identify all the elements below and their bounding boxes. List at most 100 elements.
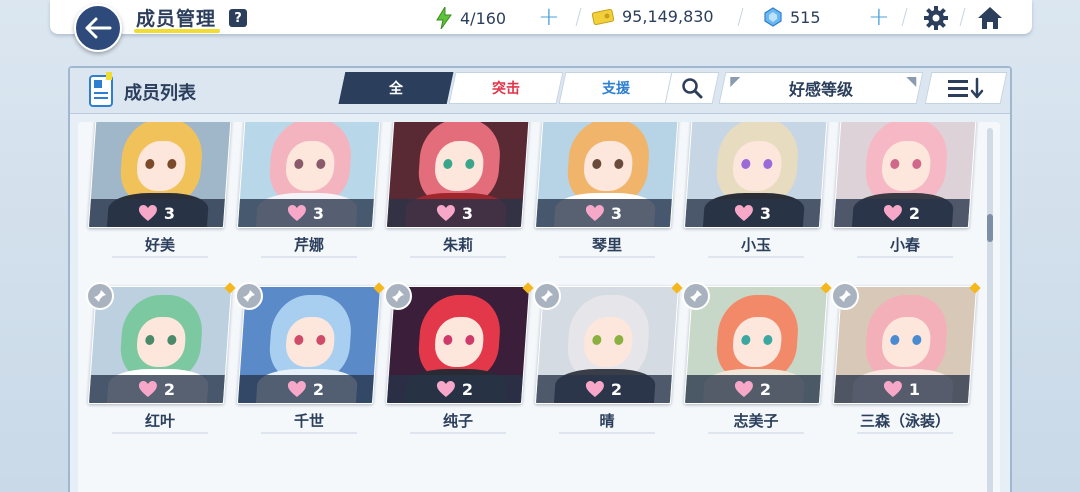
filter-tabs: 全 突击 支援 xyxy=(338,72,674,104)
affection-level: 2 xyxy=(909,203,921,223)
student-name: 朱莉 xyxy=(442,236,473,254)
sort-dropdown[interactable]: 好感等级 xyxy=(718,72,924,104)
affection-bar: 2 xyxy=(88,375,225,403)
pushpin-icon xyxy=(392,290,404,302)
gems-value: 515 xyxy=(790,7,821,27)
student-name: 纯子 xyxy=(442,412,473,430)
affection-bar: 1 xyxy=(833,375,970,403)
name-underline xyxy=(261,256,357,258)
title-underline xyxy=(134,29,220,33)
pushpin-icon xyxy=(243,290,255,302)
heart-icon xyxy=(884,381,903,397)
heart-icon xyxy=(586,205,605,221)
heart-icon xyxy=(586,381,605,397)
student-portrait: 3 xyxy=(385,122,531,228)
affection-bar: 3 xyxy=(684,199,821,227)
name-underline xyxy=(708,256,804,258)
student-portrait: 3 xyxy=(683,122,829,228)
gem-icon xyxy=(764,7,782,27)
pushpin-icon xyxy=(541,290,553,302)
search-icon xyxy=(682,78,703,99)
tab-all-label: 全 xyxy=(389,81,403,97)
scrollbar-track[interactable] xyxy=(987,128,993,492)
heart-icon xyxy=(288,205,307,221)
affection-bar: 3 xyxy=(237,199,374,227)
corner-triangle-icon xyxy=(730,77,741,87)
name-underline xyxy=(410,432,506,434)
name-underline xyxy=(112,432,208,434)
member-grid: 3 好美 3 芹娜 3 朱莉 3 琴里 3 小玉 2 小春 2 红叶 2 千世 2 纯子 2 晴 2 志美子 1 三森（泳装） xyxy=(78,122,1000,492)
name-underline xyxy=(112,256,208,258)
affection-level: 3 xyxy=(760,203,772,223)
affection-level: 3 xyxy=(462,203,474,223)
student-portrait: 3 xyxy=(534,122,680,228)
corner-triangle-icon xyxy=(906,77,917,87)
help-button[interactable]: ? xyxy=(229,9,247,27)
pin-icon[interactable] xyxy=(384,282,412,310)
affection-level: 3 xyxy=(164,203,176,223)
affection-bar: 2 xyxy=(386,375,523,403)
gems-display: 515 xyxy=(764,7,821,27)
sort-order-button[interactable] xyxy=(924,72,1008,104)
search-button[interactable] xyxy=(664,72,720,104)
affection-level: 2 xyxy=(164,379,176,399)
heart-icon xyxy=(139,205,158,221)
lightning-icon xyxy=(436,7,452,29)
panel-title: 成员列表 xyxy=(124,83,196,104)
affection-level: 3 xyxy=(611,203,623,223)
student-name: 志美子 xyxy=(733,412,779,430)
name-underline xyxy=(708,432,804,434)
student-name: 小玉 xyxy=(740,236,771,254)
panel-header: 成员列表 全 突击 支援 好感等级 xyxy=(70,68,1010,114)
sort-label: 好感等级 xyxy=(788,80,853,99)
student-name: 红叶 xyxy=(144,412,175,430)
affection-level: 3 xyxy=(313,203,325,223)
affection-bar: 3 xyxy=(88,199,225,227)
add-gems-button[interactable]: + xyxy=(868,2,890,32)
pin-icon[interactable] xyxy=(533,282,561,310)
heart-icon xyxy=(735,205,754,221)
home-icon xyxy=(978,7,1002,29)
arrow-left-icon xyxy=(85,17,112,39)
affection-level: 1 xyxy=(909,379,921,399)
student-portrait: 3 xyxy=(236,122,382,228)
gear-icon xyxy=(924,6,948,30)
affection-bar: 2 xyxy=(684,375,821,403)
scrollbar-thumb[interactable] xyxy=(987,214,993,242)
heart-icon xyxy=(437,381,456,397)
name-underline xyxy=(857,432,953,434)
name-underline xyxy=(261,432,357,434)
pin-icon[interactable] xyxy=(831,282,859,310)
student-name: 千世 xyxy=(293,412,324,430)
name-underline xyxy=(559,432,655,434)
name-underline xyxy=(410,256,506,258)
affection-level: 2 xyxy=(462,379,474,399)
pin-icon[interactable] xyxy=(86,282,114,310)
affection-bar: 3 xyxy=(535,199,672,227)
member-list-panel: 成员列表 全 突击 支援 好感等级 3 好美 3 芹娜 3 朱莉 3 琴里 3 … xyxy=(68,66,1012,492)
heart-icon xyxy=(884,205,903,221)
name-underline xyxy=(857,256,953,258)
credit-card-icon xyxy=(592,8,614,25)
member-list-icon xyxy=(89,72,113,107)
sort-descending-icon xyxy=(948,77,984,99)
name-underline xyxy=(559,256,655,258)
tab-striker[interactable]: 突击 xyxy=(448,72,564,104)
credits-display: 95,149,830 xyxy=(592,7,714,26)
student-name: 琴里 xyxy=(591,236,622,254)
affection-level: 2 xyxy=(313,379,325,399)
settings-button[interactable] xyxy=(922,4,950,32)
tab-special-label: 支援 xyxy=(602,81,630,97)
affection-bar: 2 xyxy=(833,199,970,227)
add-stamina-button[interactable]: + xyxy=(538,2,560,32)
student-name: 芹娜 xyxy=(293,236,324,254)
back-button[interactable] xyxy=(74,4,122,52)
pin-icon[interactable] xyxy=(682,282,710,310)
pin-icon[interactable] xyxy=(235,282,263,310)
pushpin-icon xyxy=(690,290,702,302)
tab-special[interactable]: 支援 xyxy=(558,72,674,104)
student-name: 三森（泳装） xyxy=(859,412,950,430)
home-button[interactable] xyxy=(976,4,1004,32)
tab-all[interactable]: 全 xyxy=(338,72,454,104)
heart-icon xyxy=(437,205,456,221)
